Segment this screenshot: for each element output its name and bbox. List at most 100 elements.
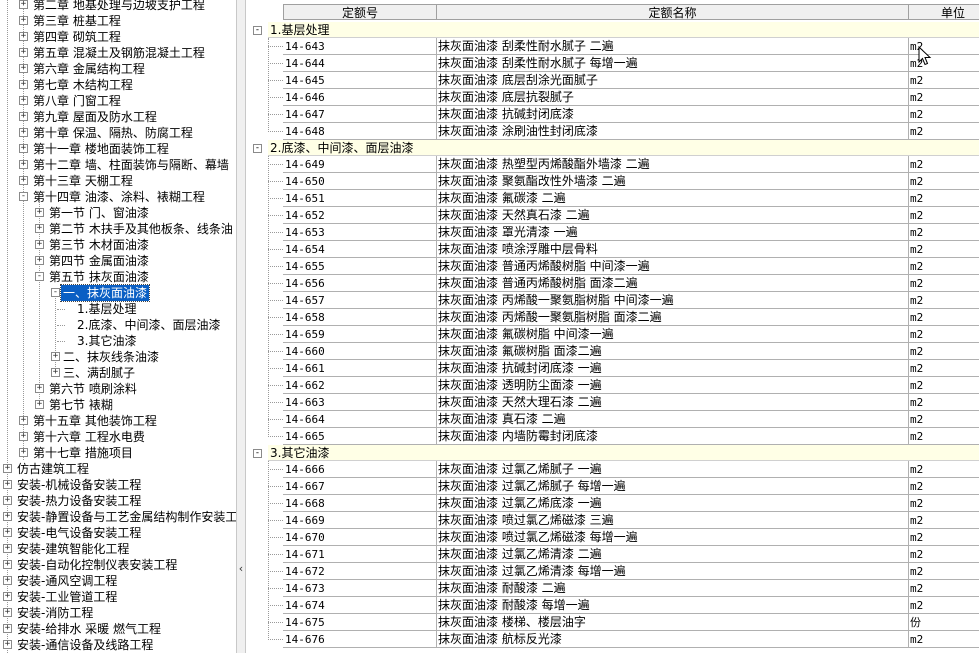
name-cell[interactable]: 抹灰面油漆 普通丙烯酸树脂 中间漆一遍	[436, 258, 909, 275]
tree-node[interactable]: 3.其它油漆	[0, 333, 236, 349]
name-cell[interactable]: 抹灰面油漆 楼梯、楼层油字	[436, 614, 909, 631]
expand-icon[interactable]: +	[35, 224, 44, 233]
code-cell[interactable]: 14-656	[283, 275, 437, 292]
expand-icon[interactable]: +	[51, 352, 60, 361]
unit-cell[interactable]: 份	[908, 614, 979, 631]
code-cell[interactable]: 14-658	[283, 309, 437, 326]
collapse-icon[interactable]: -	[51, 288, 60, 297]
expand-icon[interactable]: +	[3, 608, 12, 617]
tree-node[interactable]: + 第十六章 工程水电费	[0, 429, 236, 445]
tree-node-label[interactable]: 安装-自动化控制仪表安装工程	[15, 557, 179, 573]
name-cell[interactable]: 抹灰面油漆 透明防尘面漆 一遍	[436, 377, 909, 394]
tree-node[interactable]: + 安装-消防工程	[0, 605, 236, 621]
tree-node-label[interactable]: 第十二章 墙、柱面装饰与隔断、幕墙	[31, 157, 231, 173]
code-cell[interactable]: 14-643	[283, 38, 437, 55]
name-cell[interactable]: 抹灰面油漆 底层刮涂光面腻子	[436, 72, 909, 89]
name-cell[interactable]: 抹灰面油漆 普通丙烯酸树脂 面漆二遍	[436, 275, 909, 292]
group-row[interactable]: 3.其它油漆	[268, 445, 979, 461]
tree-node[interactable]: + 第八章 门窗工程	[0, 93, 236, 109]
name-cell[interactable]: 抹灰面油漆 抗碱封闭底漆	[436, 106, 909, 123]
tree-node-label[interactable]: 安装-静置设备与工艺金属结构制作安装工	[15, 509, 236, 525]
tree-node-label[interactable]: 安装-建筑智能化工程	[15, 541, 131, 557]
code-cell[interactable]: 14-651	[283, 190, 437, 207]
collapse-icon[interactable]: -	[35, 272, 44, 281]
tree-node-label[interactable]: 第一节 门、窗油漆	[47, 205, 151, 221]
unit-cell[interactable]: m2	[908, 631, 979, 648]
column-header-name[interactable]: 定额名称	[436, 4, 909, 20]
tree-node[interactable]: + 安装-建筑智能化工程	[0, 541, 236, 557]
expand-icon[interactable]: +	[19, 176, 28, 185]
tree-node-label[interactable]: 第十三章 天棚工程	[31, 173, 135, 189]
name-cell[interactable]: 抹灰面油漆 聚氨酯改性外墙漆 二遍	[436, 173, 909, 190]
expand-icon[interactable]: +	[19, 96, 28, 105]
column-header-unit[interactable]: 单位	[908, 4, 979, 20]
name-cell[interactable]: 抹灰面油漆 过氯乙烯清漆 二遍	[436, 546, 909, 563]
tree-node-label[interactable]: 第十六章 工程水电费	[31, 429, 147, 445]
unit-cell[interactable]: m2	[908, 428, 979, 445]
tree-node-label[interactable]: 第十七章 措施项目	[31, 445, 135, 461]
tree-node-label[interactable]: 第七章 木结构工程	[31, 77, 135, 93]
code-cell[interactable]: 14-646	[283, 89, 437, 106]
tree-node-label[interactable]: 第九章 屋面及防水工程	[31, 109, 159, 125]
expand-icon[interactable]: +	[3, 624, 12, 633]
tree-node-label[interactable]: 安装-通信设备及线路工程	[15, 637, 155, 653]
collapse-icon[interactable]: -	[19, 192, 28, 201]
tree-node-label[interactable]: 二、抹灰线条油漆	[61, 349, 161, 365]
code-cell[interactable]: 14-654	[283, 241, 437, 258]
expand-icon[interactable]: +	[19, 448, 28, 457]
expand-icon[interactable]: +	[3, 560, 12, 569]
unit-cell[interactable]: m2	[908, 461, 979, 478]
code-cell[interactable]: 14-674	[283, 597, 437, 614]
code-cell[interactable]: 14-673	[283, 580, 437, 597]
group-collapse-icon[interactable]: -	[253, 26, 262, 35]
unit-cell[interactable]: m2	[908, 89, 979, 106]
code-cell[interactable]: 14-675	[283, 614, 437, 631]
code-cell[interactable]: 14-670	[283, 529, 437, 546]
tree-node-label[interactable]: 第六节 喷刷涂料	[47, 381, 139, 397]
tree-node-label[interactable]: 1.基层处理	[75, 301, 138, 317]
code-cell[interactable]: 14-644	[283, 55, 437, 72]
name-cell[interactable]: 抹灰面油漆 航标反光漆	[436, 631, 909, 648]
tree-node-label[interactable]: 第十四章 油漆、涂料、裱糊工程	[31, 189, 207, 205]
tree-node[interactable]: + 第六节 喷刷涂料	[0, 381, 236, 397]
tree-node-label[interactable]: 一、抹灰面油漆	[59, 284, 151, 302]
expand-icon[interactable]: +	[35, 256, 44, 265]
name-cell[interactable]: 抹灰面油漆 喷过氯乙烯磁漆 每增一遍	[436, 529, 909, 546]
expand-icon[interactable]: +	[3, 544, 12, 553]
unit-cell[interactable]: m2	[908, 224, 979, 241]
expand-icon[interactable]: +	[51, 368, 60, 377]
tree-node[interactable]: + 第四章 砌筑工程	[0, 29, 236, 45]
code-cell[interactable]: 14-667	[283, 478, 437, 495]
tree-node-label[interactable]: 第十章 保温、隔热、防腐工程	[31, 125, 195, 141]
tree-node-label[interactable]: 安装-机械设备安装工程	[15, 477, 143, 493]
unit-cell[interactable]: m2	[908, 377, 979, 394]
name-cell[interactable]: 抹灰面油漆 丙烯酸一聚氨脂树脂 面漆二遍	[436, 309, 909, 326]
group-row[interactable]: 1.基层处理	[268, 22, 979, 38]
tree-node-label[interactable]: 第五章 混凝土及钢筋混凝土工程	[31, 45, 207, 61]
code-cell[interactable]: 14-664	[283, 411, 437, 428]
unit-cell[interactable]: m2	[908, 343, 979, 360]
tree-node-label[interactable]: 安装-热力设备安装工程	[15, 493, 143, 509]
tree-node[interactable]: + 第七节 裱糊	[0, 397, 236, 413]
unit-cell[interactable]: m2	[908, 512, 979, 529]
tree-node-label[interactable]: 第二节 木扶手及其他板条、线条油	[47, 221, 235, 237]
tree-node-label[interactable]: 第五节 抹灰面油漆	[47, 269, 151, 285]
expand-icon[interactable]: +	[3, 528, 12, 537]
unit-cell[interactable]: m2	[908, 207, 979, 224]
expand-icon[interactable]: +	[3, 512, 12, 521]
tree-node-label[interactable]: 第十一章 楼地面装饰工程	[31, 141, 171, 157]
name-cell[interactable]: 抹灰面油漆 罩光清漆 一遍	[436, 224, 909, 241]
code-cell[interactable]: 14-657	[283, 292, 437, 309]
name-cell[interactable]: 抹灰面油漆 耐酸漆 每增一遍	[436, 597, 909, 614]
name-cell[interactable]: 抹灰面油漆 喷过氯乙烯磁漆 三遍	[436, 512, 909, 529]
name-cell[interactable]: 抹灰面油漆 氟碳树脂 面漆二遍	[436, 343, 909, 360]
tree-node-label[interactable]: 安装-通风空调工程	[15, 573, 119, 589]
name-cell[interactable]: 抹灰面油漆 涂刷油性封闭底漆	[436, 123, 909, 140]
unit-cell[interactable]: m2	[908, 529, 979, 546]
collapse-arrow-icon[interactable]: ‹	[237, 562, 245, 576]
unit-cell[interactable]: m2	[908, 173, 979, 190]
expand-icon[interactable]: +	[35, 400, 44, 409]
name-cell[interactable]: 抹灰面油漆 刮柔性耐水腻子 二遍	[436, 38, 909, 55]
tree-node[interactable]: + 第十七章 措施项目	[0, 445, 236, 461]
tree-node[interactable]: + 第十章 保温、隔热、防腐工程	[0, 125, 236, 141]
